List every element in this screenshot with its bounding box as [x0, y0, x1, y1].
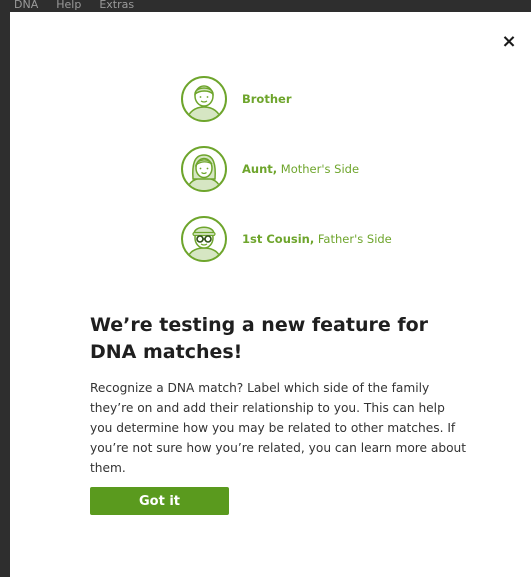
close-button[interactable]: ×: [499, 32, 519, 52]
background-nav-item-help: Help: [56, 0, 82, 11]
relationship-label: 1st Cousin, Father's Side: [242, 232, 392, 246]
relationship-item-cousin: 1st Cousin, Father's Side: [180, 214, 500, 264]
female-person-icon: [180, 145, 228, 193]
got-it-button[interactable]: Got it: [90, 487, 229, 515]
male-person-icon: [180, 75, 228, 123]
relationship-label: Brother: [242, 92, 292, 106]
feature-intro-modal: × Brother Aunt, Mother's Side 1st Cousin…: [10, 12, 531, 577]
relationship-label: Aunt, Mother's Side: [242, 162, 360, 176]
background-nav: DNA Help Extras: [14, 0, 134, 12]
relationship-item-aunt: Aunt, Mother's Side: [180, 144, 500, 194]
background-nav-item-dna: DNA: [14, 0, 39, 11]
close-icon: ×: [501, 31, 517, 52]
relationship-item-brother: Brother: [180, 74, 500, 124]
background-nav-item-extras: Extras: [99, 0, 135, 11]
relationship-examples: Brother Aunt, Mother's Side 1st Cousin, …: [180, 74, 500, 264]
person-with-glasses-and-cap-icon: [180, 215, 228, 263]
modal-description: Recognize a DNA match? Label which side …: [90, 381, 467, 475]
modal-content: We’re testing a new feature for DNA matc…: [90, 312, 470, 478]
modal-headline: We’re testing a new feature for DNA matc…: [90, 314, 429, 363]
